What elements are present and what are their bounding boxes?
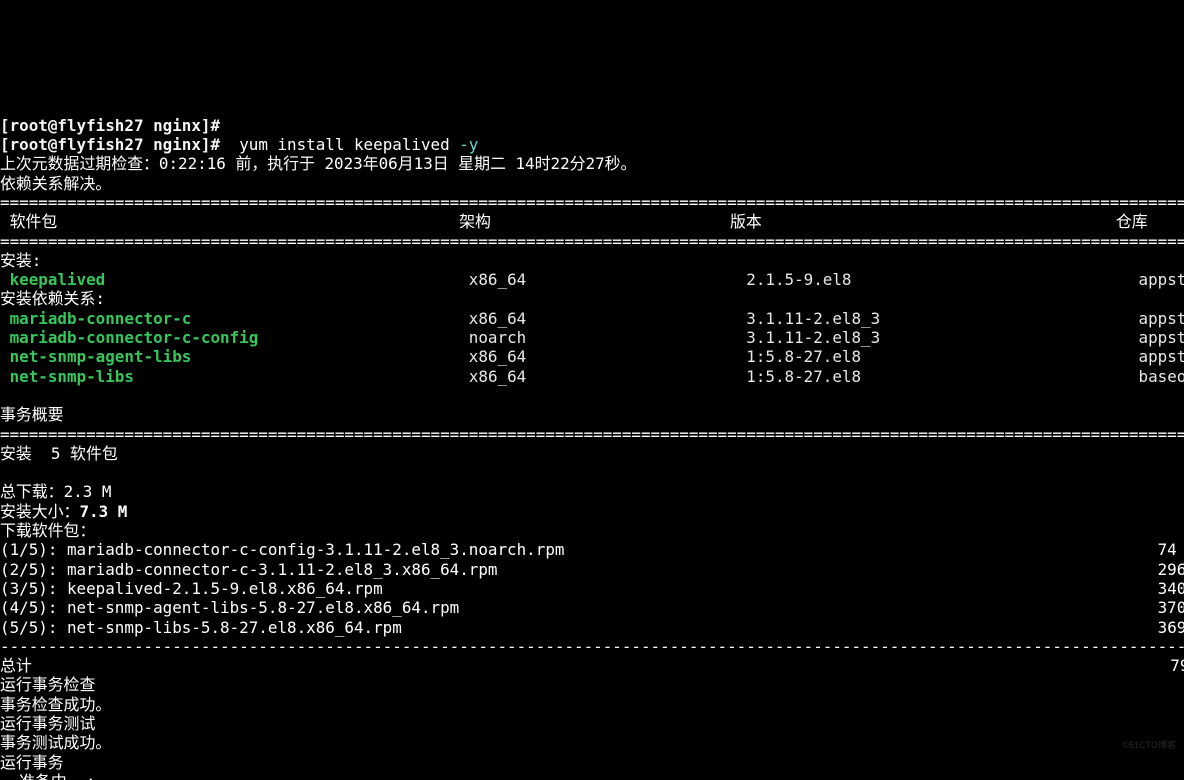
table-row: mariadb-connector-c x86_64 3.1.11-2.el8_…: [0, 309, 1184, 328]
download-item: (5/5): net-snmp-libs-5.8-27.el8.x86_64.r…: [0, 618, 1184, 637]
download-item: (4/5): net-snmp-agent-libs-5.8-27.el8.x8…: [0, 598, 1184, 617]
total-line: 总计 796: [0, 656, 1184, 675]
hr-3: ========================================…: [0, 425, 1184, 444]
table-row: keepalived x86_64 2.1.5-9.el8 appstre: [0, 270, 1184, 289]
table-row: net-snmp-agent-libs x86_64 1:5.8-27.el8 …: [0, 347, 1184, 366]
txn-test-run: 运行事务测试: [0, 714, 95, 733]
section-install: 安装:: [0, 251, 41, 270]
command-text: yum install keepalived: [239, 135, 459, 154]
txn-prepare: 准备中 :: [0, 772, 96, 780]
download-item: (1/5): mariadb-connector-c-config-3.1.11…: [0, 540, 1177, 559]
total-download: 总下载：2.3 M: [0, 482, 111, 501]
txn-check-ok: 事务检查成功。: [0, 695, 111, 714]
summary-title: 事务概要: [0, 405, 64, 424]
section-deps: 安装依赖关系:: [0, 289, 105, 308]
install-size: 安装大小：7.3 M: [0, 502, 127, 521]
prompt-line-2: [root@flyfish27 nginx]#: [0, 135, 239, 154]
deps-resolved: 依赖关系解决。: [0, 174, 111, 193]
summary-packages: 安装 5 软件包: [0, 444, 118, 463]
metadata-check-line: 上次元数据过期检查：0:22:16 前，执行于 2023年06月13日 星期二 …: [0, 154, 636, 173]
hr-2: ========================================…: [0, 232, 1184, 251]
table-row: net-snmp-libs x86_64 1:5.8-27.el8 baseos: [0, 367, 1184, 386]
download-label: 下载软件包：: [0, 521, 95, 540]
hr-1: ========================================…: [0, 193, 1184, 212]
watermark: ©51CTO博客: [1123, 736, 1176, 755]
txn-run: 运行事务: [0, 753, 64, 772]
download-item: (2/5): mariadb-connector-c-3.1.11-2.el8_…: [0, 560, 1184, 579]
prompt-line-1: [root@flyfish27 nginx]#: [0, 116, 220, 135]
txn-check-run: 运行事务检查: [0, 675, 95, 694]
column-headers: 软件包 架构 版本 仓库: [0, 212, 1148, 231]
txn-test-ok: 事务测试成功。: [0, 733, 111, 752]
table-row: mariadb-connector-c-config noarch 3.1.11…: [0, 328, 1184, 347]
download-item: (3/5): keepalived-2.1.5-9.el8.x86_64.rpm…: [0, 579, 1184, 598]
command-flag: -y: [459, 135, 478, 154]
dash-hr: ----------------------------------------…: [0, 637, 1184, 656]
terminal-output: [root@flyfish27 nginx]# [root@flyfish27 …: [0, 96, 1184, 780]
